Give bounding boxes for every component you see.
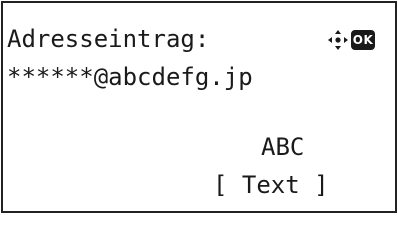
navigation-indicator: OK [327,29,375,51]
dpad-icon [328,30,348,50]
screen-title: Adresseintrag: [7,25,210,53]
ok-icon: OK [351,30,375,50]
address-entry-field[interactable]: ******@abcdefg.jp [7,63,253,91]
lcd-panel: Adresseintrag: OK ******@abcdefg.jp ABC … [1,1,397,213]
input-mode-indicator: ABC [261,133,305,161]
text-softkey[interactable]: [ Text ] [213,171,329,199]
